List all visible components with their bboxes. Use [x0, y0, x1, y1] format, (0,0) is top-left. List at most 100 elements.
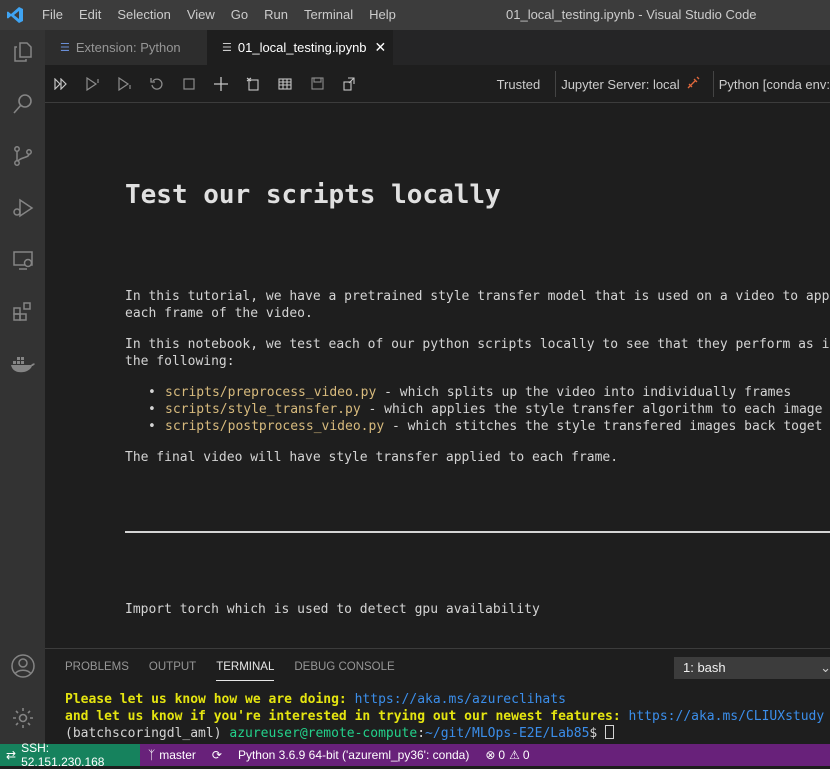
- tab-notebook[interactable]: ☰ 01_local_testing.ipynb ✕: [207, 30, 393, 65]
- remote-host: SSH: 52.151.230.168: [21, 741, 105, 769]
- terminal-line: and let us know if you're interested in …: [65, 708, 824, 725]
- script-path: scripts/style_transfer.py: [165, 402, 361, 417]
- vscode-logo-icon: [0, 0, 30, 30]
- horizontal-rule: [125, 531, 830, 533]
- terminal-select[interactable]: 1: bash ⌄: [674, 657, 830, 679]
- bullet-marker: •: [148, 419, 156, 434]
- warning-icon: ⚠: [509, 748, 520, 762]
- divider: [712, 71, 714, 97]
- interrupt-kernel-icon[interactable]: [173, 65, 205, 103]
- bullet-marker: •: [148, 402, 156, 417]
- panel-tabs: PROBLEMS OUTPUT TERMINAL DEBUG CONSOLE: [65, 649, 415, 685]
- script-description: - which stitches the style transfered im…: [384, 419, 823, 434]
- paragraph-line: each frame of the video.: [125, 306, 313, 321]
- settings-gear-icon[interactable]: [0, 696, 45, 740]
- account-icon[interactable]: [0, 644, 45, 688]
- terminal-cursor: [605, 725, 615, 739]
- paragraph-line: In this notebook, we test each of our py…: [125, 337, 830, 352]
- tab-extension-python[interactable]: ☰ Extension: Python: [45, 30, 207, 65]
- trusted-label[interactable]: Trusted: [497, 77, 541, 92]
- notebook-status: Trusted Jupyter Server: local Python [co…: [497, 65, 830, 103]
- tab-terminal[interactable]: TERMINAL: [216, 649, 275, 685]
- divider: [555, 71, 557, 97]
- problems-indicator[interactable]: ⊗ 0 ⚠ 0: [477, 748, 537, 762]
- extensions-icon[interactable]: [0, 290, 45, 334]
- terminal-line: Please let us know how we are doing: htt…: [65, 691, 824, 708]
- tab-debug-console[interactable]: DEBUG CONSOLE: [294, 649, 394, 685]
- menu-go[interactable]: Go: [223, 0, 256, 30]
- menu-edit[interactable]: Edit: [71, 0, 109, 30]
- menu-run[interactable]: Run: [256, 0, 296, 30]
- prompt-path: ~/git/MLOps-E2E/Lab85: [425, 726, 590, 741]
- menu-bar: File Edit Selection View Go Run Terminal…: [34, 0, 404, 30]
- terminal-link[interactable]: https://aka.ms/azureclihats: [355, 692, 566, 707]
- menu-selection[interactable]: Selection: [109, 0, 178, 30]
- script-path: scripts/postprocess_video.py: [165, 419, 385, 434]
- source-control-icon[interactable]: [0, 134, 45, 178]
- prompt-colon: :: [417, 726, 426, 741]
- status-bar: ⇄ SSH: 52.151.230.168 ᛉ master ⟳ Python …: [0, 741, 830, 769]
- search-icon[interactable]: [0, 82, 45, 126]
- notebook-heading: Test our scripts locally: [125, 180, 501, 210]
- tab-label: 01_local_testing.ipynb: [237, 40, 367, 55]
- remote-indicator[interactable]: ⇄ SSH: 52.151.230.168: [0, 741, 140, 769]
- extension-icon: ☰: [60, 42, 70, 54]
- terminal-output[interactable]: Please let us know how we are doing: htt…: [65, 691, 824, 742]
- files-icon[interactable]: [0, 30, 45, 74]
- warning-count: 0: [522, 748, 530, 762]
- jupyter-server-label[interactable]: Jupyter Server: local: [561, 77, 680, 92]
- run-all-cells-icon[interactable]: [45, 65, 77, 103]
- menu-file[interactable]: File: [34, 0, 71, 30]
- prompt-symbol: $: [589, 726, 606, 741]
- branch-name: master: [159, 748, 196, 762]
- list-item: • scripts/postprocess_video.py - which s…: [148, 418, 830, 435]
- close-icon[interactable]: ✕: [375, 39, 387, 56]
- menu-view[interactable]: View: [179, 0, 223, 30]
- run-below-icon[interactable]: [109, 65, 141, 103]
- script-path: scripts/preprocess_video.py: [165, 385, 377, 400]
- tab-label: Extension: Python: [75, 40, 181, 55]
- paragraph-line: The final video will have style transfer…: [125, 450, 619, 465]
- add-cell-icon[interactable]: [205, 65, 237, 103]
- editor-tabs: ☰ Extension: Python ☰ 01_local_testing.i…: [45, 30, 830, 65]
- run-debug-icon[interactable]: [0, 186, 45, 230]
- python-interpreter[interactable]: Python 3.6.9 64-bit ('azureml_py36': con…: [230, 748, 477, 762]
- sync-button[interactable]: ⟳: [204, 748, 230, 762]
- paragraph-line: Import torch which is used to detect gpu…: [125, 602, 540, 617]
- tab-problems[interactable]: PROBLEMS: [65, 649, 129, 685]
- menu-terminal[interactable]: Terminal: [296, 0, 361, 30]
- terminal-text: Please let us know how we are doing:: [65, 692, 355, 707]
- terminal-text: and let us know if you're interested in …: [65, 709, 629, 724]
- remote-icon: ⇄: [6, 748, 17, 762]
- notebook-toolbar: Trusted Jupyter Server: local Python [co…: [45, 65, 830, 103]
- remote-explorer-icon[interactable]: [0, 238, 45, 282]
- bullet-marker: •: [148, 385, 156, 400]
- clear-outputs-icon[interactable]: [237, 65, 269, 103]
- error-count: 0: [498, 748, 506, 762]
- export-icon[interactable]: [333, 65, 365, 103]
- script-description: - which splits up the video into individ…: [376, 385, 792, 400]
- tab-output[interactable]: OUTPUT: [149, 649, 196, 685]
- kernel-label[interactable]: Python [conda env:: [719, 77, 830, 92]
- docker-icon[interactable]: [0, 342, 45, 386]
- restart-kernel-icon[interactable]: [141, 65, 173, 103]
- window-title: 01_local_testing.ipynb - Visual Studio C…: [506, 7, 757, 22]
- chevron-down-icon: ⌄: [820, 660, 830, 675]
- terminal-select-value: 1: bash: [683, 660, 726, 675]
- paragraph-line: the following:: [125, 354, 235, 369]
- run-above-icon[interactable]: [77, 65, 109, 103]
- server-connection-icon[interactable]: [686, 76, 700, 93]
- notebook-file-icon: ☰: [222, 42, 232, 54]
- prompt-user: azureuser@remote-compute: [229, 726, 418, 741]
- variables-icon[interactable]: [269, 65, 301, 103]
- git-branch-icon: ᛉ: [148, 748, 156, 762]
- terminal-prompt: (batchscoringdl_aml) azureuser@remote-co…: [65, 725, 824, 742]
- sync-icon: ⟳: [211, 748, 222, 762]
- save-icon[interactable]: [301, 65, 333, 103]
- title-bar: File Edit Selection View Go Run Terminal…: [0, 0, 830, 30]
- activity-bar: [0, 30, 45, 744]
- branch-indicator[interactable]: ᛉ master: [140, 748, 204, 762]
- menu-help[interactable]: Help: [361, 0, 404, 30]
- terminal-link[interactable]: https://aka.ms/CLIUXstudy: [629, 709, 825, 724]
- list-item: • scripts/style_transfer.py - which appl…: [148, 401, 830, 418]
